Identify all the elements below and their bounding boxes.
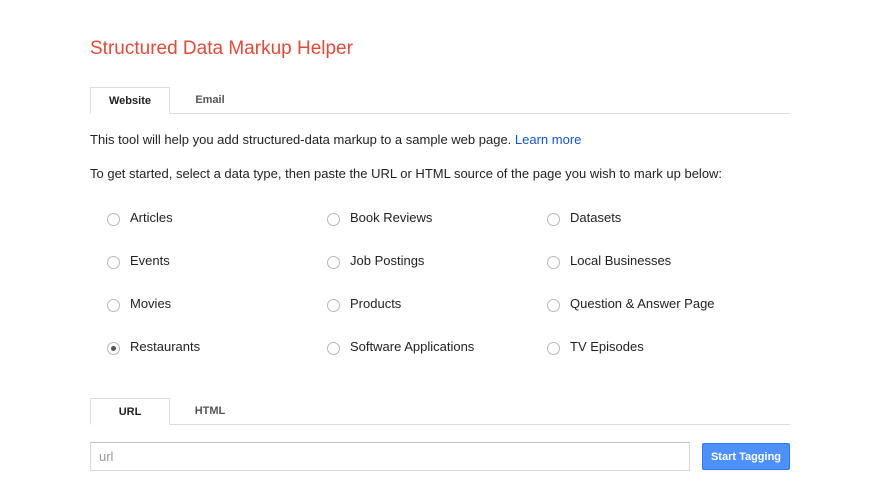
learn-more-link[interactable]: Learn more (515, 132, 581, 147)
radio-button[interactable] (107, 298, 120, 312)
radio-restaurants[interactable]: Restaurants (107, 336, 200, 356)
markup-helper-page: Structured Data Markup Helper Website Em… (0, 0, 879, 484)
intro-text: This tool will help you add structured-d… (90, 132, 581, 147)
radio-label: Datasets (570, 209, 622, 225)
input-tab-bar: URL HTML (90, 398, 790, 425)
radio-events[interactable]: Events (107, 250, 170, 270)
radio-button[interactable] (327, 212, 340, 226)
radio-button[interactable] (107, 255, 120, 269)
radio-button[interactable] (107, 212, 120, 226)
radio-label: Products (350, 295, 402, 311)
radio-datasets[interactable]: Datasets (547, 207, 621, 227)
radio-software-applications[interactable]: Software Applications (327, 336, 474, 356)
radio-button[interactable] (327, 341, 340, 355)
radio-job-postings[interactable]: Job Postings (327, 250, 424, 270)
radio-button[interactable] (327, 298, 340, 312)
radio-label: Articles (130, 209, 173, 225)
radio-label: Job Postings (350, 252, 425, 268)
tab-html[interactable]: HTML (170, 398, 250, 424)
radio-label: Restaurants (130, 338, 201, 354)
radio-label: TV Episodes (570, 338, 644, 354)
radio-label: Events (130, 252, 170, 268)
radio-products[interactable]: Products (327, 293, 401, 313)
radio-label: Movies (130, 295, 172, 311)
instructions-text: To get started, select a data type, then… (90, 166, 723, 181)
radio-button[interactable] (327, 255, 340, 269)
page-title: Structured Data Markup Helper (90, 38, 353, 59)
tab-website[interactable]: Website (90, 87, 170, 114)
start-tagging-button[interactable]: Start Tagging (702, 443, 790, 470)
url-input[interactable] (90, 442, 690, 471)
radio-button[interactable] (547, 255, 560, 269)
radio-label: Book Reviews (350, 209, 433, 225)
tab-email[interactable]: Email (170, 87, 250, 113)
intro-sentence: This tool will help you add structured-d… (90, 132, 515, 147)
source-tab-bar: Website Email (90, 87, 790, 114)
radio-label: Software Applications (350, 338, 475, 354)
radio-movies[interactable]: Movies (107, 293, 171, 313)
radio-label: Local Businesses (570, 252, 672, 268)
radio-label: Question & Answer Page (570, 295, 715, 311)
radio-book-reviews[interactable]: Book Reviews (327, 207, 432, 227)
radio-question-answer-page[interactable]: Question & Answer Page (547, 293, 715, 313)
radio-articles[interactable]: Articles (107, 207, 173, 227)
radio-tv-episodes[interactable]: TV Episodes (547, 336, 644, 356)
radio-button[interactable] (547, 341, 560, 355)
radio-button[interactable] (547, 212, 560, 226)
tab-url[interactable]: URL (90, 398, 170, 425)
radio-button-selected[interactable] (107, 341, 120, 355)
radio-button[interactable] (547, 298, 560, 312)
radio-local-businesses[interactable]: Local Businesses (547, 250, 671, 270)
